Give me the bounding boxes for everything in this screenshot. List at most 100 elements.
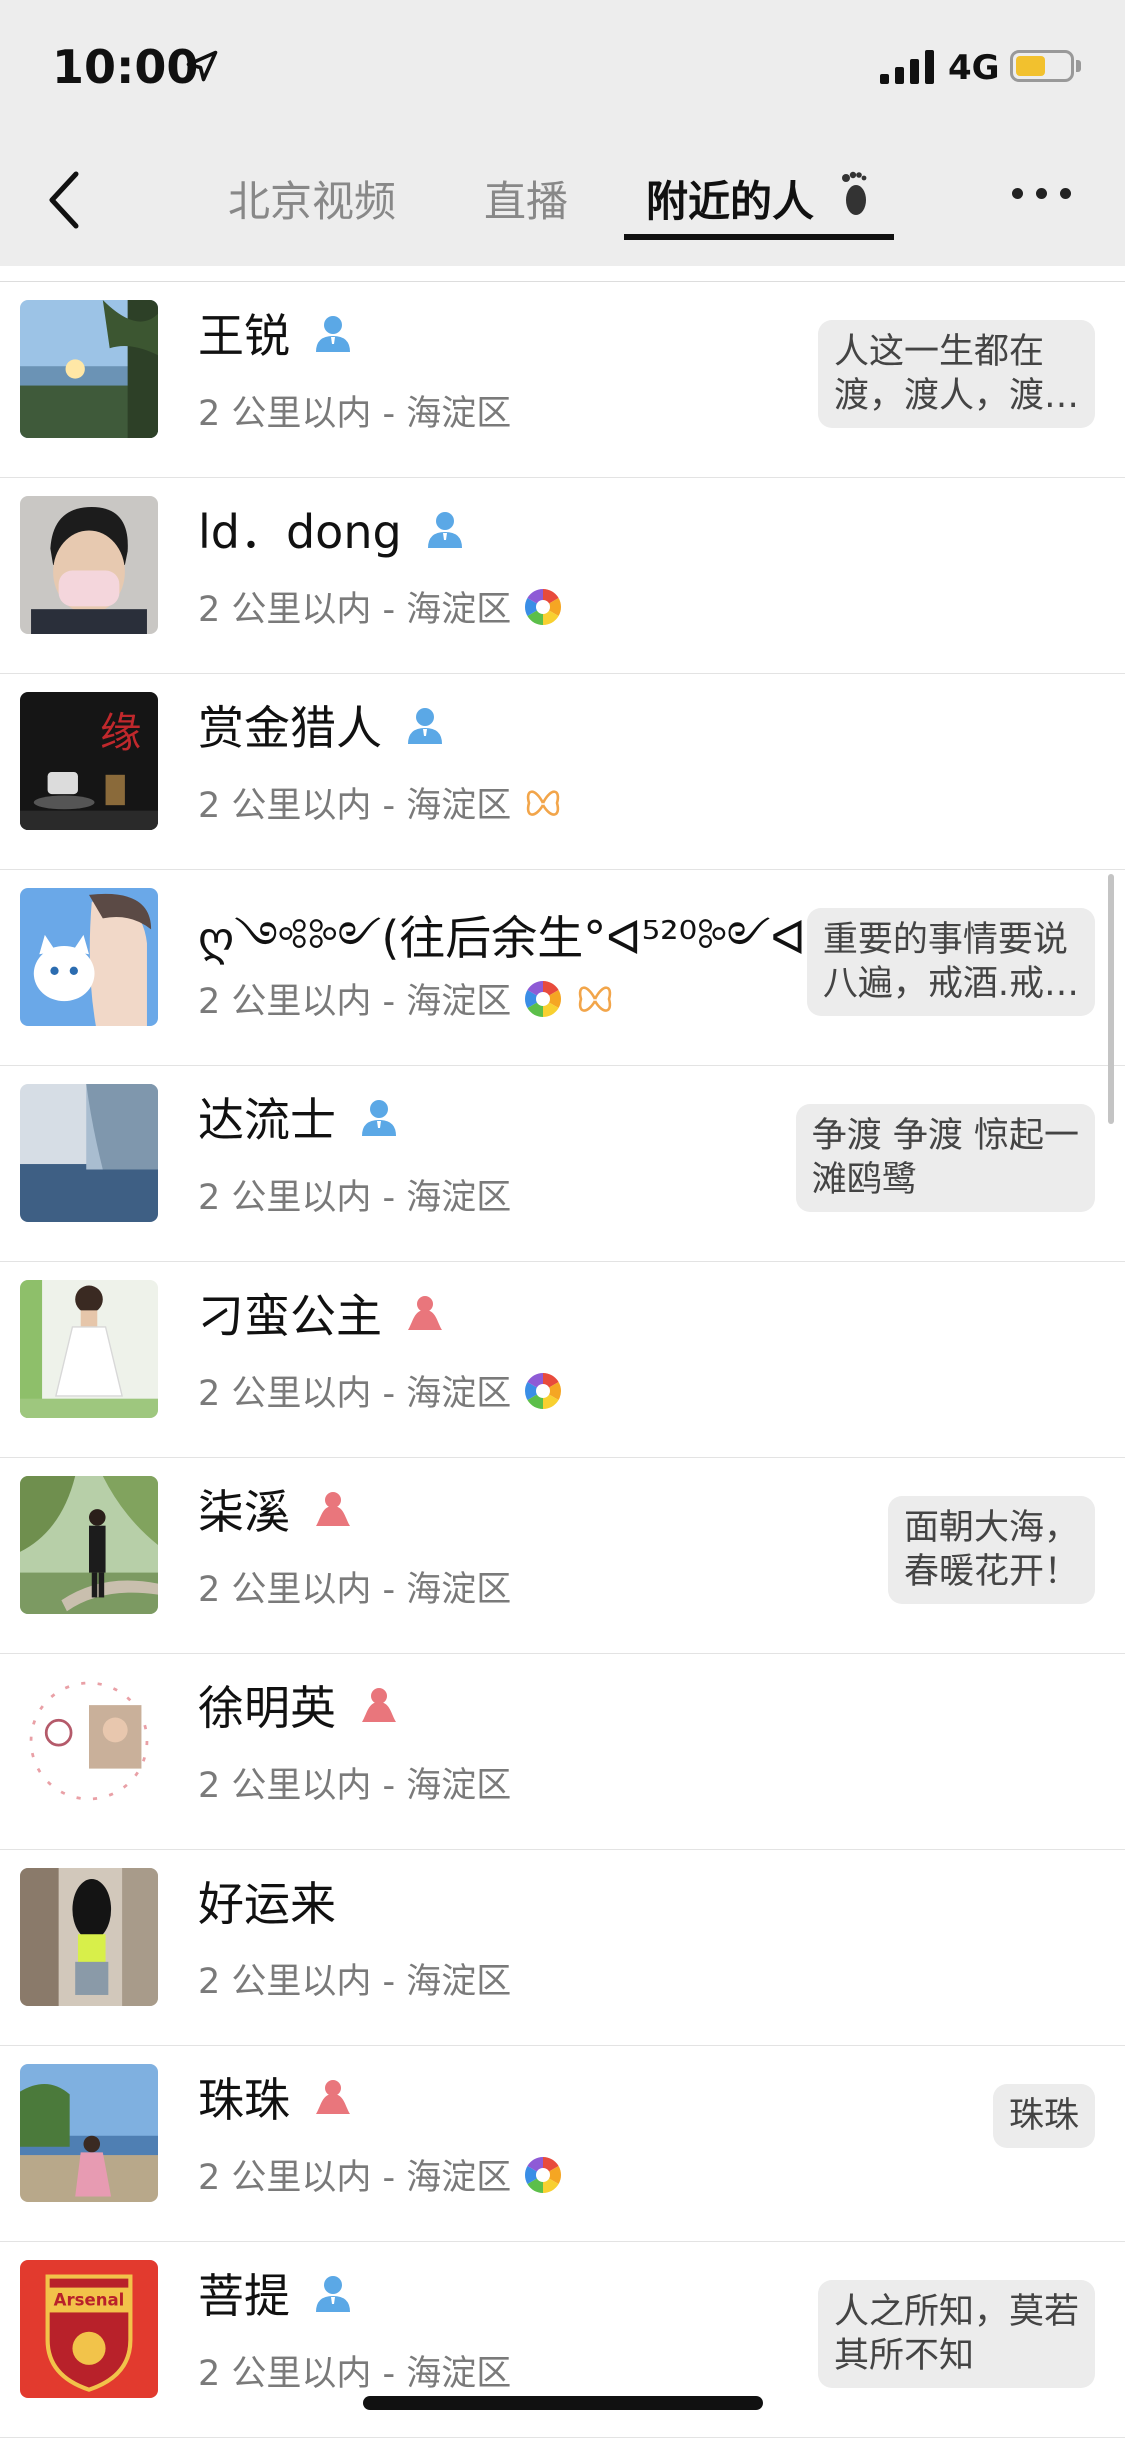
- person-distance: 2 公里以内 - 海淀区: [198, 581, 563, 632]
- cellular-signal-icon: [880, 50, 934, 84]
- female-icon: [362, 1688, 396, 1722]
- moments-aperture-icon: [525, 2156, 562, 2193]
- moments-aperture-icon: [525, 980, 562, 1017]
- person-name: 菩提: [198, 2260, 354, 2326]
- avatar[interactable]: [20, 300, 158, 438]
- person-name-text: 王锐: [198, 309, 290, 363]
- person-name-text: 珠珠: [198, 2073, 290, 2127]
- list-item[interactable]: 达流士 2 公里以内 - 海淀区 争渡 争渡 惊起一 滩鸥鹭: [0, 1066, 1125, 1262]
- avatar[interactable]: [20, 1672, 158, 1810]
- avatar[interactable]: [20, 1084, 158, 1222]
- person-name: 赏金猎人: [198, 692, 446, 758]
- person-name: 徐明英: [198, 1672, 400, 1738]
- butterfly-icon: [579, 985, 612, 1012]
- female-icon: [316, 1492, 350, 1526]
- avatar[interactable]: Arsenal: [20, 2260, 158, 2398]
- person-distance-text: 2 公里以内 - 海淀区: [198, 1962, 512, 2002]
- list-item[interactable]: 珠珠 2 公里以内 - 海淀区 珠珠: [0, 2046, 1125, 2242]
- list-item[interactable]: 好运来 2 公里以内 - 海淀区: [0, 1850, 1125, 2046]
- avatar[interactable]: [20, 1868, 158, 2006]
- person-name: ld．dong: [198, 496, 466, 562]
- person-name-text: 徐明英: [198, 1681, 336, 1735]
- footprint-icon: [842, 171, 867, 215]
- person-distance-text: 2 公里以内 - 海淀区: [198, 786, 512, 826]
- signature-bubble: 人这一生都在 渡，渡人，渡…: [817, 320, 1095, 428]
- list-item[interactable]: 缘 赏金猎人 2 公里以内 - 海淀区: [0, 674, 1125, 870]
- more-options-icon[interactable]: [1012, 186, 1072, 202]
- signature-bubble: 重要的事情要说 八遍，戒酒.戒…: [806, 908, 1095, 1016]
- person-distance-text: 2 公里以内 - 海淀区: [198, 394, 512, 434]
- male-icon: [316, 2276, 350, 2312]
- person-name-text: 刁蛮公主: [198, 1289, 382, 1343]
- avatar-image: 缘: [20, 692, 158, 830]
- person-distance: 2 公里以内 - 海淀区: [198, 777, 563, 828]
- avatar-image: Arsenal: [20, 2260, 158, 2398]
- nearby-people-list: 王锐 2 公里以内 - 海淀区 人这一生都在 渡，渡人，渡… ld．dong 2 公里以…: [0, 282, 1125, 2438]
- avatar[interactable]: [20, 2064, 158, 2202]
- person-name-text: 菩提: [198, 2269, 290, 2323]
- person-name-text: 好运来: [198, 1877, 336, 1931]
- list-item[interactable]: 刁蛮公主 2 公里以内 - 海淀区: [0, 1262, 1125, 1458]
- active-tab-underline: [624, 234, 894, 240]
- tab-beijing-video[interactable]: 北京视频: [228, 168, 396, 229]
- person-name: 达流士: [198, 1084, 400, 1150]
- svg-text:Arsenal: Arsenal: [54, 2291, 125, 2310]
- moments-aperture-icon: [525, 1372, 562, 1409]
- avatar[interactable]: [20, 888, 158, 1026]
- person-distance: 2 公里以内 - 海淀区: [198, 2149, 563, 2200]
- avatar-image: [20, 1476, 158, 1614]
- person-name: 好运来: [198, 1868, 336, 1934]
- person-name: 珠珠: [198, 2064, 354, 2130]
- avatar-image: [20, 1084, 158, 1222]
- avatar-image: [20, 496, 158, 634]
- avatar-image: [20, 1672, 158, 1810]
- back-chevron-icon[interactable]: [44, 170, 84, 230]
- list-item[interactable]: ld．dong 2 公里以内 - 海淀区: [0, 478, 1125, 674]
- female-icon: [316, 2080, 350, 2114]
- battery-tip: [1076, 60, 1081, 72]
- person-distance: 2 公里以内 - 海淀区: [198, 385, 511, 436]
- person-name-text: ld．dong: [198, 505, 402, 559]
- person-distance-text: 2 公里以内 - 海淀区: [198, 2158, 512, 2198]
- person-name-text: 赏金猎人: [198, 701, 382, 755]
- list-item[interactable]: 柒溪 2 公里以内 - 海淀区 面朝大海， 春暖花开！: [0, 1458, 1125, 1654]
- person-distance-text: 2 公里以内 - 海淀区: [198, 590, 512, 630]
- person-name: 刁蛮公主: [198, 1280, 446, 1346]
- person-distance-text: 2 公里以内 - 海淀区: [198, 1570, 512, 1610]
- tab-live[interactable]: 直播: [484, 168, 568, 229]
- person-distance-text: 2 公里以内 - 海淀区: [198, 982, 512, 1022]
- person-distance: 2 公里以内 - 海淀区: [198, 1757, 511, 1808]
- male-icon: [316, 316, 350, 352]
- status-time: 10:00: [52, 40, 199, 94]
- scroll-indicator[interactable]: [1108, 874, 1114, 1124]
- list-item[interactable]: ღ༺༻(往后余生°ᐊ⁵²⁰༻ᐊ 2 公里以内 - 海淀区 重要的事情要说 八遍，戒酒…: [0, 870, 1125, 1066]
- avatar-image: [20, 300, 158, 438]
- avatar-image: [20, 888, 158, 1026]
- butterfly-icon: [527, 789, 560, 816]
- home-indicator[interactable]: [363, 2396, 763, 2410]
- avatar[interactable]: [20, 1280, 158, 1418]
- nav-bar: 北京视频 直播 附近的人: [0, 140, 1125, 266]
- person-distance: 2 公里以内 - 海淀区: [198, 1169, 511, 1220]
- person-distance-text: 2 公里以内 - 海淀区: [198, 1766, 512, 1806]
- avatar[interactable]: 缘: [20, 692, 158, 830]
- avatar[interactable]: [20, 1476, 158, 1614]
- person-name: 柒溪: [198, 1476, 354, 1542]
- avatar-image: [20, 1868, 158, 2006]
- status-bar: 10:00 4G: [0, 0, 1125, 140]
- avatar[interactable]: [20, 496, 158, 634]
- signature-bubble: 珠珠: [992, 2084, 1095, 2148]
- signature-bubble: 人之所知，莫若 其所不知: [817, 2280, 1095, 2388]
- list-item[interactable]: 徐明英 2 公里以内 - 海淀区: [0, 1654, 1125, 1850]
- battery-icon: [1010, 50, 1074, 82]
- tab-nearby-people[interactable]: 附近的人: [646, 168, 814, 229]
- male-icon: [362, 1100, 396, 1136]
- person-distance: 2 公里以内 - 海淀区: [198, 1365, 563, 1416]
- person-name-text: 达流士: [198, 1093, 336, 1147]
- male-icon: [408, 708, 442, 744]
- person-distance: 2 公里以内 - 海淀区: [198, 1953, 511, 2004]
- list-item[interactable]: 王锐 2 公里以内 - 海淀区 人这一生都在 渡，渡人，渡…: [0, 282, 1125, 478]
- person-distance: 2 公里以内 - 海淀区: [198, 1561, 511, 1612]
- person-distance: 2 公里以内 - 海淀区: [198, 2345, 511, 2396]
- person-distance-text: 2 公里以内 - 海淀区: [198, 1178, 512, 1218]
